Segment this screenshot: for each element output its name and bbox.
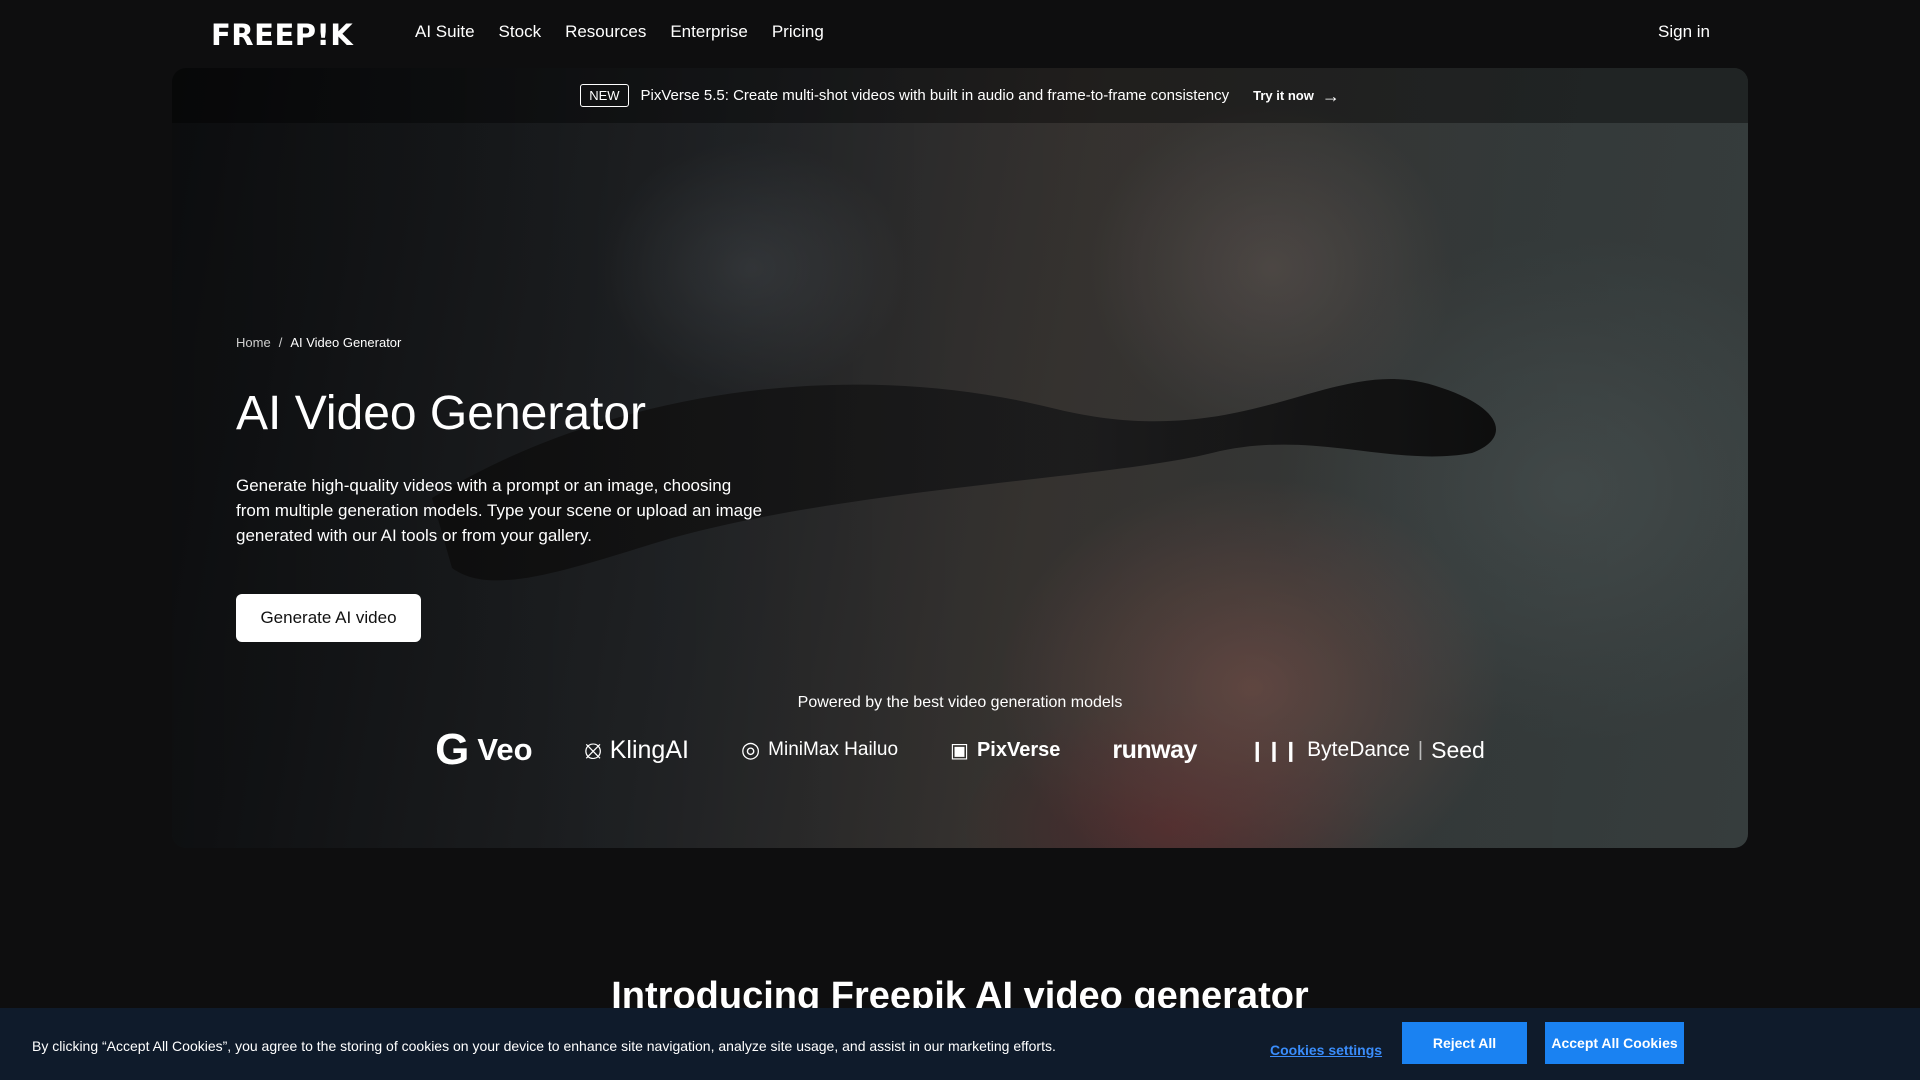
nav-link-ai-suite[interactable]: AI Suite — [415, 22, 475, 42]
nav-link-resources[interactable]: Resources — [565, 22, 646, 42]
google-icon: G — [435, 725, 470, 774]
page-title: AI Video Generator — [236, 387, 647, 440]
klingai-logo: ⦻ KlingAI — [585, 734, 689, 766]
main-nav: AI Suite Stock Resources Enterprise Pric… — [415, 22, 824, 42]
breadcrumb-current: AI Video Generator — [290, 335, 402, 350]
hero-description: Generate high-quality videos with a prom… — [236, 476, 763, 545]
powered-by-text: Powered by the best video generation mod… — [797, 694, 1123, 711]
breadcrumb-home[interactable]: Home — [236, 335, 271, 350]
hero-banner: NEW PixVerse 5.5: Create multi-shot vide… — [172, 68, 1748, 848]
model-logos: G Veo ⦻ KlingAI ◎ MiniMax Hailuo ▣ PixVe… — [172, 728, 1748, 772]
arrow-right-icon: → — [1321, 85, 1340, 106]
cookies-settings-link[interactable]: Cookies settings — [1270, 1042, 1382, 1058]
accept-all-cookies-button[interactable]: Accept All Cookies — [1545, 1022, 1684, 1064]
try-it-now-label: Try it now — [1253, 88, 1314, 103]
try-it-now-link[interactable]: Try it now → — [1253, 87, 1340, 105]
announcement-bar: NEW PixVerse 5.5: Create multi-shot vide… — [172, 68, 1748, 123]
breadcrumb-separator: / — [278, 335, 283, 350]
breadcrumb: Home / AI Video Generator — [236, 335, 401, 350]
freepik-logo[interactable]: FREEP!K — [211, 18, 353, 52]
veo-logo: G Veo — [435, 728, 532, 772]
nav-link-stock[interactable]: Stock — [499, 22, 542, 42]
klingai-label: KlingAI — [609, 735, 689, 764]
top-nav: FREEP!K AI Suite Stock Resources Enterpr… — [0, 0, 1920, 66]
logo-divider: | — [1417, 738, 1424, 761]
reject-all-button[interactable]: Reject All — [1402, 1022, 1527, 1064]
bytedance-seed-logo: ❙❙❙ ByteDance | Seed — [1249, 737, 1485, 764]
veo-label: Veo — [477, 732, 533, 767]
nav-link-pricing[interactable]: Pricing — [772, 22, 824, 42]
pixverse-label: PixVerse — [976, 738, 1061, 761]
new-badge: NEW — [580, 84, 629, 107]
minimax-icon: ◎ — [740, 737, 761, 762]
cookie-consent-text: By clicking “Accept All Cookies”, you ag… — [32, 1038, 1056, 1054]
pixverse-icon: ▣ — [950, 739, 969, 762]
pixverse-logo: ▣ PixVerse — [950, 738, 1060, 763]
seed-label: Seed — [1431, 736, 1485, 763]
announcement-text: PixVerse 5.5: Create multi-shot videos w… — [640, 87, 1230, 104]
nav-link-enterprise[interactable]: Enterprise — [670, 22, 747, 42]
runway-logo: runway — [1112, 736, 1197, 765]
kling-icon: ⦻ — [584, 734, 602, 764]
cookie-banner: By clicking “Accept All Cookies”, you ag… — [0, 1008, 1920, 1080]
bytedance-label: ByteDance — [1307, 738, 1410, 761]
minimax-logo: ◎ MiniMax Hailuo — [741, 737, 898, 763]
sign-in-link[interactable]: Sign in — [1658, 22, 1710, 42]
bytedance-icon: ❙❙❙ — [1248, 739, 1300, 762]
runway-label: runway — [1112, 735, 1197, 764]
minimax-label: MiniMax Hailuo — [768, 739, 899, 760]
generate-ai-video-button[interactable]: Generate AI video — [236, 594, 421, 642]
